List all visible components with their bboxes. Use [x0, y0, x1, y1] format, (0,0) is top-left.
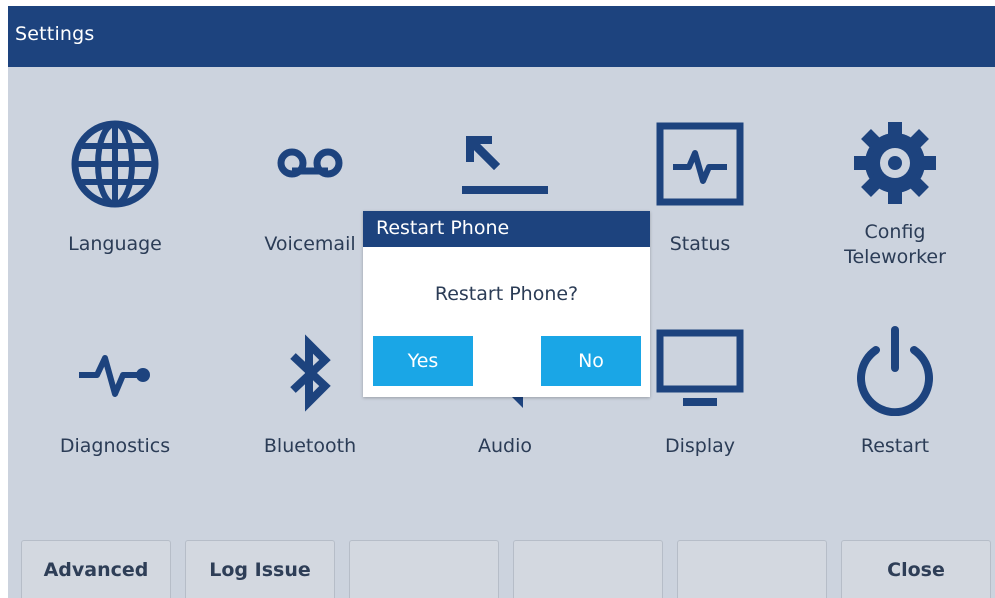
- softkey-close[interactable]: Close: [841, 540, 991, 598]
- power-icon: [852, 324, 938, 420]
- monitor-icon: [655, 328, 745, 414]
- softkey-blank-3[interactable]: [349, 540, 499, 598]
- globe-icon: [69, 118, 161, 214]
- pulse-icon: [77, 350, 153, 404]
- softkey-log-issue[interactable]: Log Issue: [185, 540, 335, 598]
- tile-label-language: Language: [68, 233, 162, 255]
- page-title: Settings: [15, 23, 95, 45]
- softkey-blank-5[interactable]: [677, 540, 827, 598]
- settings-screen: Settings Language Voicemail Status Confi…: [8, 6, 995, 598]
- incoming-arrows-icon: [460, 128, 550, 204]
- dialog-title-bar: Restart Phone: [363, 211, 650, 247]
- restart-dialog: Restart Phone Restart Phone? Yes No: [363, 211, 650, 397]
- tile-language[interactable]: Language: [20, 96, 210, 286]
- dialog-title: Restart Phone: [376, 217, 510, 239]
- yes-button[interactable]: Yes: [373, 336, 473, 386]
- tile-diagnostics[interactable]: Diagnostics: [20, 306, 210, 496]
- tile-restart[interactable]: Restart: [800, 306, 990, 496]
- tile-label-audio: Audio: [477, 435, 532, 457]
- softkey-advanced[interactable]: Advanced: [21, 540, 171, 598]
- tile-config-teleworker[interactable]: Config Teleworker: [800, 96, 990, 286]
- softkey-blank-4[interactable]: [513, 540, 663, 598]
- gear-icon: [850, 118, 940, 212]
- bluetooth-icon: [285, 334, 335, 416]
- title-bar: Settings: [8, 6, 995, 67]
- tile-label-diagnostics: Diagnostics: [59, 435, 171, 457]
- tile-label-display: Display: [664, 435, 736, 457]
- tile-label-bluetooth: Bluetooth: [263, 435, 357, 457]
- no-button[interactable]: No: [541, 336, 641, 386]
- status-monitor-icon: [655, 121, 745, 211]
- tile-label-restart: Restart: [860, 435, 930, 457]
- tile-label-config-teleworker: Config Teleworker: [844, 221, 946, 268]
- voicemail-icon: [276, 144, 344, 186]
- dialog-message: Restart Phone?: [434, 283, 579, 305]
